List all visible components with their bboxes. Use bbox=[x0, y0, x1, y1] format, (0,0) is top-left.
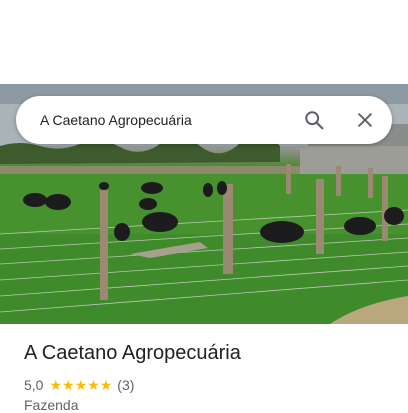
close-icon bbox=[358, 113, 372, 127]
star-rating: ★ ★ ★ ★ ★ bbox=[49, 378, 112, 392]
search-query-text[interactable]: A Caetano Agropecuária bbox=[40, 96, 192, 144]
clear-search-button[interactable] bbox=[350, 105, 380, 135]
place-name: A Caetano Agropecuária bbox=[24, 342, 241, 364]
search-button[interactable] bbox=[299, 105, 329, 135]
place-category: Fazenda bbox=[24, 397, 79, 413]
rating-value: 5,0 bbox=[24, 377, 44, 393]
star-icon: ★ bbox=[62, 377, 75, 393]
star-icon: ★ bbox=[99, 377, 113, 393]
star-icon: ★ bbox=[49, 377, 63, 393]
place-info-panel: A Caetano Agropecuária 5,0 ★ ★ ★ ★ ★ (3)… bbox=[0, 324, 408, 413]
search-icon bbox=[305, 111, 324, 130]
review-count[interactable]: (3) bbox=[117, 377, 134, 393]
rating-row[interactable]: 5,0 ★ ★ ★ ★ ★ (3) bbox=[24, 376, 134, 394]
star-icon: ★ bbox=[74, 377, 88, 393]
search-bar[interactable]: A Caetano Agropecuária bbox=[16, 96, 392, 144]
star-icon: ★ bbox=[87, 377, 100, 393]
map-header-blank bbox=[0, 0, 408, 84]
